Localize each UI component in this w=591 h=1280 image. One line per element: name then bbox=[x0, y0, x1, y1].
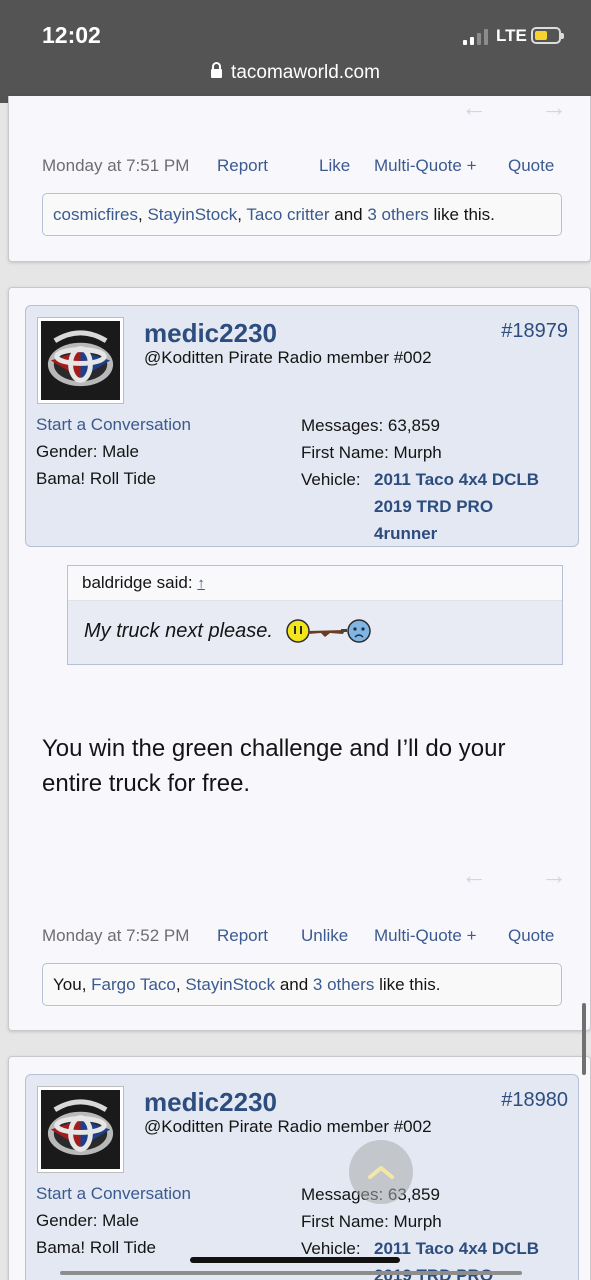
report-link[interactable]: Report bbox=[217, 926, 268, 946]
multi-quote-link[interactable]: Multi-Quote + bbox=[374, 926, 477, 946]
quote-text: My truck next please. bbox=[84, 619, 273, 642]
forward-arrow-icon[interactable]: → bbox=[541, 92, 567, 123]
shooting-smiley-icon bbox=[286, 619, 371, 643]
liker-link[interactable]: cosmicfires bbox=[53, 205, 138, 224]
avatar-image bbox=[41, 1090, 120, 1169]
quote-link[interactable]: Quote bbox=[508, 926, 554, 946]
scroll-top-icon bbox=[368, 1166, 394, 1179]
liker-link[interactable]: Taco critter bbox=[246, 205, 329, 224]
avatar[interactable] bbox=[37, 1086, 124, 1173]
vehicle-line: 2019 TRD PRO bbox=[374, 497, 494, 516]
avatar-image bbox=[41, 321, 120, 400]
separator: and bbox=[329, 205, 368, 224]
separator: and bbox=[275, 975, 313, 994]
user-first-name: First Name: Murph bbox=[301, 443, 442, 462]
user-gender: Gender: Male bbox=[36, 1211, 139, 1230]
post-timestamp[interactable]: Monday at 7:52 PM bbox=[42, 926, 189, 946]
quote-author: baldridge said: bbox=[82, 573, 193, 592]
post-timestamp[interactable]: Monday at 7:51 PM bbox=[42, 156, 189, 176]
user-custom-field: Bama! Roll Tide bbox=[36, 1238, 156, 1257]
quote-body: My truck next please. bbox=[68, 601, 562, 661]
vehicle-line: 2011 Taco 4x4 DCLB bbox=[374, 1239, 540, 1258]
user-first-name: First Name: Murph bbox=[301, 1212, 442, 1231]
user-header: medic2230 @Koditten Pirate Radio member … bbox=[25, 305, 579, 547]
user-gender: Gender: Male bbox=[36, 442, 139, 461]
like-link[interactable]: Like bbox=[319, 156, 350, 176]
user-info-left: Start a Conversation Gender: Male Bama! … bbox=[36, 1180, 191, 1261]
horizontal-scrollbar[interactable] bbox=[60, 1271, 522, 1275]
separator: , bbox=[237, 205, 247, 224]
lock-icon bbox=[211, 62, 223, 78]
post-number-link[interactable]: #18979 bbox=[501, 320, 568, 343]
liker-link[interactable]: StayinStock bbox=[147, 205, 237, 224]
status-bar: 12:02 LTE tacomaworld.com bbox=[0, 0, 591, 103]
user-header: medic2230 @Koditten Pirate Radio member … bbox=[25, 1074, 579, 1280]
quote-link[interactable]: Quote bbox=[508, 156, 554, 176]
post-nav: ← → bbox=[461, 860, 567, 891]
user-custom-field: Bama! Roll Tide bbox=[36, 469, 156, 488]
user-messages: Messages: 63,859 bbox=[301, 416, 440, 435]
others-link[interactable]: 3 others bbox=[367, 205, 428, 224]
post-nav: ← → bbox=[461, 92, 567, 123]
url-text: tacomaworld.com bbox=[231, 62, 380, 83]
post-card-previous: ← → Monday at 7:51 PM Report Like Multi-… bbox=[8, 92, 591, 262]
post-card: medic2230 @Koditten Pirate Radio member … bbox=[8, 1056, 591, 1280]
liker-link[interactable]: Fargo Taco bbox=[91, 975, 176, 994]
username-link[interactable]: medic2230 bbox=[144, 318, 277, 349]
quote-block: baldridge said: ↑ My truck next please. bbox=[67, 565, 563, 665]
forward-arrow-icon[interactable]: → bbox=[541, 860, 567, 891]
avatar[interactable] bbox=[37, 317, 124, 404]
user-info-left: Start a Conversation Gender: Male Bama! … bbox=[36, 411, 191, 492]
network-type: LTE bbox=[496, 26, 527, 45]
signal-icon bbox=[463, 28, 488, 45]
username-link[interactable]: medic2230 bbox=[144, 1087, 277, 1118]
liker-link[interactable]: StayinStock bbox=[185, 975, 275, 994]
battery-icon bbox=[531, 27, 564, 44]
likes-summary: cosmicfires, StayinStock, Taco critter a… bbox=[42, 193, 562, 236]
separator: , bbox=[81, 975, 92, 994]
quote-jump-link[interactable]: ↑ bbox=[197, 575, 205, 592]
likes-summary: You, Fargo Taco, StayinStock and 3 other… bbox=[42, 963, 562, 1006]
multi-quote-link[interactable]: Multi-Quote + bbox=[374, 156, 477, 176]
scroll-top-button[interactable] bbox=[349, 1140, 413, 1204]
likes-suffix: like this. bbox=[428, 205, 495, 224]
back-arrow-icon[interactable]: ← bbox=[461, 860, 487, 891]
scrollbar-thumb[interactable] bbox=[582, 1003, 586, 1075]
post-message: You win the green challenge and I’ll do … bbox=[42, 735, 506, 797]
home-indicator[interactable] bbox=[190, 1257, 400, 1263]
post-card: medic2230 @Koditten Pirate Radio member … bbox=[8, 287, 591, 1031]
unlike-link[interactable]: Unlike bbox=[301, 926, 348, 946]
start-conversation-link[interactable]: Start a Conversation bbox=[36, 1180, 191, 1207]
quote-header: baldridge said: ↑ bbox=[68, 566, 562, 601]
start-conversation-link[interactable]: Start a Conversation bbox=[36, 411, 191, 438]
user-title: @Koditten Pirate Radio member #002 bbox=[144, 348, 432, 367]
others-link[interactable]: 3 others bbox=[313, 975, 374, 994]
report-link[interactable]: Report bbox=[217, 156, 268, 176]
separator: , bbox=[175, 975, 186, 994]
address-bar[interactable]: tacomaworld.com bbox=[0, 62, 591, 84]
likes-suffix: like this. bbox=[374, 975, 441, 994]
vehicle-line: 4runner bbox=[374, 524, 438, 543]
user-title: @Koditten Pirate Radio member #002 bbox=[144, 1117, 432, 1136]
liker-you: You bbox=[53, 975, 82, 994]
user-vehicle: 2011 Taco 4x4 DCLB 2019 TRD PRO 4runner bbox=[374, 466, 574, 547]
back-arrow-icon[interactable]: ← bbox=[461, 92, 487, 123]
clock: 12:02 bbox=[42, 22, 101, 48]
vehicle-line: 2011 Taco 4x4 DCLB bbox=[374, 470, 540, 489]
post-number-link[interactable]: #18980 bbox=[501, 1089, 568, 1112]
